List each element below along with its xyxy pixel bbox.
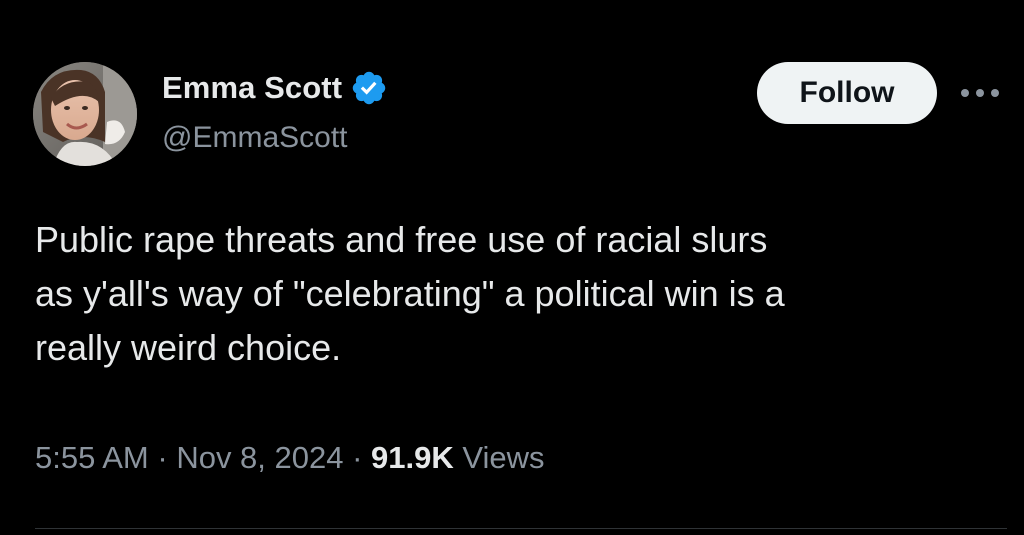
author-block: Emma Scott @EmmaScott (162, 68, 388, 155)
tweet-time[interactable]: 5:55 AM (35, 440, 149, 476)
more-horizontal-icon (961, 89, 999, 97)
verified-badge-icon[interactable] (350, 69, 388, 107)
meta-separator: · (343, 440, 372, 475)
more-options-button[interactable] (958, 80, 1002, 106)
display-name[interactable]: Emma Scott (162, 70, 342, 106)
meta-separator: · (148, 440, 177, 475)
tweet-text: Public rape threats and free use of raci… (35, 219, 785, 368)
divider (35, 528, 1007, 529)
tweet-date[interactable]: Nov 8, 2024 (176, 440, 343, 476)
tweet-card: Emma Scott @EmmaScott Follow Public rape… (0, 0, 1024, 535)
name-row: Emma Scott (162, 68, 388, 108)
tweet-meta: 5:55 AM · Nov 8, 2024 · 91.9K Views (35, 440, 545, 476)
handle[interactable]: @EmmaScott (162, 121, 388, 155)
follow-button[interactable]: Follow (757, 62, 937, 124)
avatar[interactable] (33, 62, 137, 166)
views-label: Views (453, 440, 545, 475)
avatar-photo (33, 62, 137, 166)
views-count[interactable]: 91.9K (371, 440, 454, 476)
